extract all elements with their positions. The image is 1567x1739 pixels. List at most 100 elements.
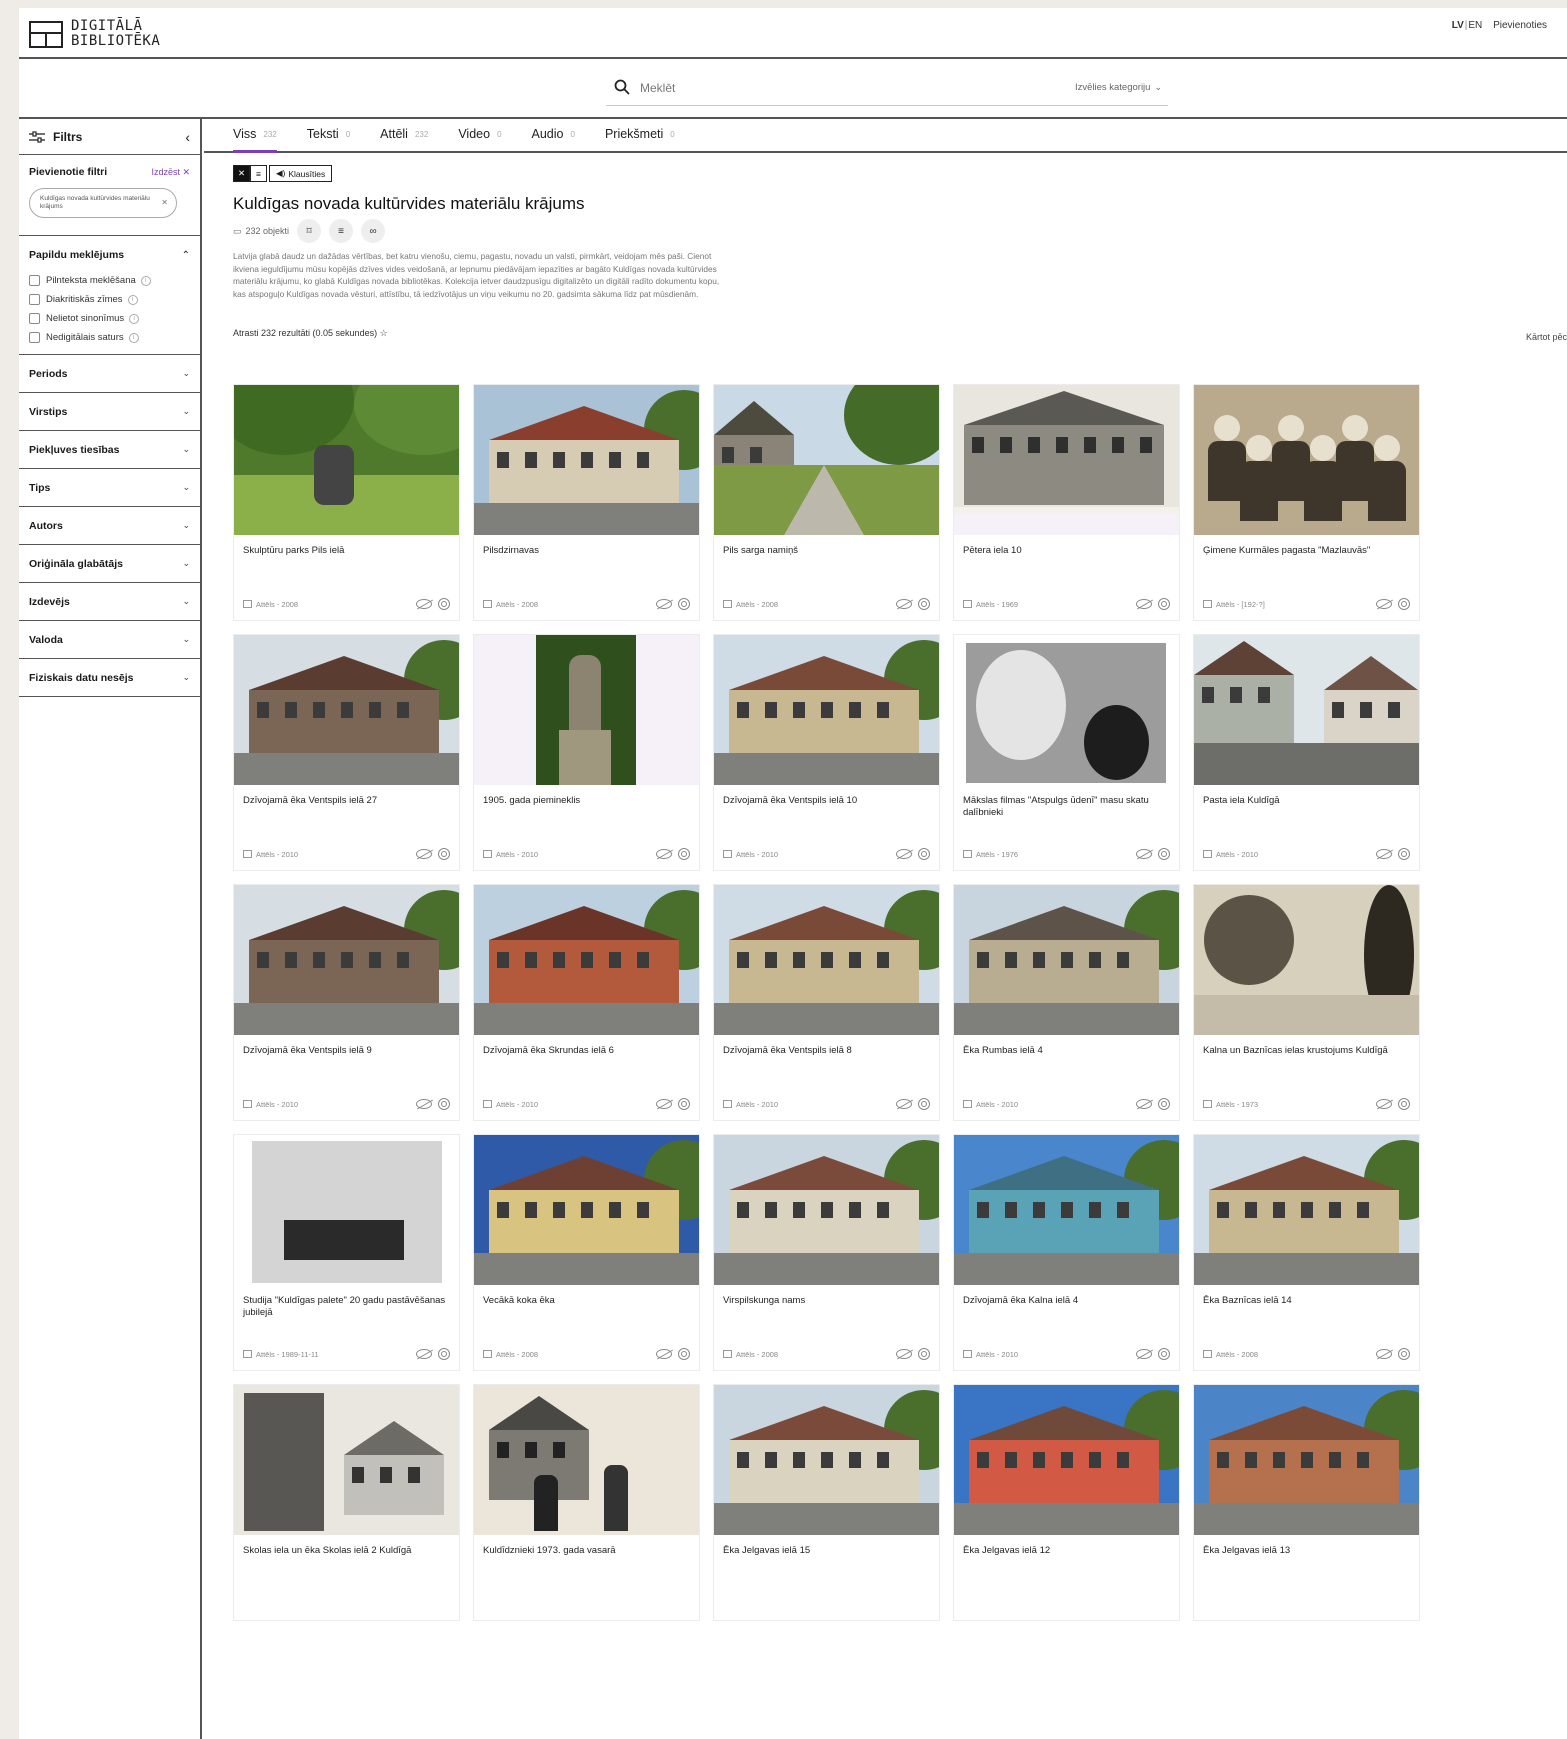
eye-off-icon[interactable] bbox=[656, 599, 672, 609]
eye-off-icon[interactable] bbox=[1376, 1099, 1392, 1109]
result-card[interactable]: Ēka Baznīcas ielā 14 Attēls - 2008 bbox=[1193, 1134, 1420, 1371]
card-thumbnail[interactable] bbox=[714, 1385, 939, 1535]
option-synonyms[interactable]: Nelietot sinonīmus i bbox=[29, 309, 190, 328]
checkbox[interactable] bbox=[29, 313, 40, 324]
card-title[interactable]: Kuldīdznieki 1973. gada vasarā bbox=[483, 1545, 688, 1557]
card-thumbnail[interactable] bbox=[714, 885, 939, 1035]
eye-off-icon[interactable] bbox=[1136, 849, 1152, 859]
star-icon[interactable]: ☆ bbox=[380, 328, 388, 338]
result-card[interactable]: Ģimene Kurmāles pagasta "Mazlauvās" Attēl… bbox=[1193, 384, 1420, 621]
card-thumbnail[interactable] bbox=[474, 1385, 699, 1535]
result-card[interactable]: Pils sarga namiņš Attēls - 2008 bbox=[713, 384, 940, 621]
card-title[interactable]: Pils sarga namiņš bbox=[723, 545, 928, 557]
login-link[interactable]: Pievienoties bbox=[1493, 20, 1547, 31]
access-icon[interactable] bbox=[918, 1098, 930, 1110]
chevron-up-icon[interactable]: ⌃ bbox=[182, 250, 190, 261]
playlist-icon[interactable]: ≡ bbox=[329, 219, 354, 243]
eye-off-icon[interactable] bbox=[896, 1349, 912, 1359]
access-icon[interactable] bbox=[1158, 1348, 1170, 1360]
result-card[interactable]: Pilsdzirnavas Attēls - 2008 bbox=[473, 384, 700, 621]
eye-off-icon[interactable] bbox=[1376, 849, 1392, 859]
card-thumbnail[interactable] bbox=[954, 885, 1179, 1035]
card-thumbnail[interactable] bbox=[1194, 1135, 1419, 1285]
access-icon[interactable] bbox=[918, 598, 930, 610]
eye-off-icon[interactable] bbox=[896, 849, 912, 859]
access-icon[interactable] bbox=[438, 1098, 450, 1110]
eye-off-icon[interactable] bbox=[1136, 1349, 1152, 1359]
access-icon[interactable] bbox=[1398, 1098, 1410, 1110]
tab-4[interactable]: Audio 0 bbox=[532, 117, 575, 151]
access-icon[interactable] bbox=[1158, 1098, 1170, 1110]
info-icon[interactable]: i bbox=[128, 332, 139, 343]
card-thumbnail[interactable] bbox=[714, 1135, 939, 1285]
checkbox[interactable] bbox=[29, 332, 40, 343]
card-thumbnail[interactable] bbox=[474, 385, 699, 535]
access-icon[interactable] bbox=[1398, 848, 1410, 860]
card-title[interactable]: Kalna un Baznīcas ielas krustojums Kuldī… bbox=[1203, 1045, 1408, 1057]
result-card[interactable]: 1905. gada piemineklis Attēls - 2010 bbox=[473, 634, 700, 871]
eye-off-icon[interactable] bbox=[896, 599, 912, 609]
access-icon[interactable] bbox=[918, 1348, 930, 1360]
card-title[interactable]: Dzīvojamā ēka Ventspils ielā 8 bbox=[723, 1045, 928, 1057]
card-title[interactable]: 1905. gada piemineklis bbox=[483, 795, 688, 807]
card-title[interactable]: Ēka Baznīcas ielā 14 bbox=[1203, 1295, 1408, 1307]
access-icon[interactable] bbox=[1398, 1348, 1410, 1360]
card-title[interactable]: Skolas iela un ēka Skolas ielā 2 Kuldīgā bbox=[243, 1545, 448, 1557]
card-title[interactable]: Dzīvojamā ēka Ventspils ielā 10 bbox=[723, 795, 928, 807]
tab-5[interactable]: Priekšmeti 0 bbox=[605, 117, 675, 151]
tab-2[interactable]: Attēli 232 bbox=[380, 117, 428, 151]
eye-off-icon[interactable] bbox=[656, 849, 672, 859]
category-select[interactable]: Izvēlies kategoriju ⌄ bbox=[1075, 82, 1162, 93]
access-icon[interactable] bbox=[918, 848, 930, 860]
card-thumbnail[interactable] bbox=[234, 885, 459, 1035]
access-icon[interactable] bbox=[678, 848, 690, 860]
card-thumbnail[interactable] bbox=[954, 1385, 1179, 1535]
list-view-icon[interactable]: ≡ bbox=[250, 165, 267, 182]
checkbox[interactable] bbox=[29, 294, 40, 305]
listen-button[interactable]: ◀) Klausīties bbox=[269, 165, 333, 182]
access-icon[interactable] bbox=[438, 1348, 450, 1360]
tab-3[interactable]: Video 0 bbox=[458, 117, 501, 151]
access-icon[interactable] bbox=[678, 1098, 690, 1110]
card-title[interactable]: Ēka Jelgavas ielā 15 bbox=[723, 1545, 928, 1557]
facet-3[interactable]: Tips ⌄ bbox=[19, 469, 200, 507]
facet-6[interactable]: Izdevējs ⌄ bbox=[19, 583, 200, 621]
facet-2[interactable]: Piekļuves tiesības ⌄ bbox=[19, 431, 200, 469]
result-card[interactable]: Mākslas filmas "Atspulgs ūdenī" masu ska… bbox=[953, 634, 1180, 871]
access-icon[interactable] bbox=[678, 1348, 690, 1360]
result-card[interactable]: Kuldīdznieki 1973. gada vasarā bbox=[473, 1384, 700, 1621]
link-icon[interactable]: ∞ bbox=[361, 219, 386, 243]
card-title[interactable]: Vecākā koka ēka bbox=[483, 1295, 688, 1307]
card-title[interactable]: Ēka Rumbas ielā 4 bbox=[963, 1045, 1168, 1057]
eye-off-icon[interactable] bbox=[656, 1099, 672, 1109]
card-thumbnail[interactable] bbox=[234, 635, 459, 785]
close-icon[interactable]: ✕ bbox=[233, 165, 250, 182]
access-icon[interactable] bbox=[438, 598, 450, 610]
access-icon[interactable] bbox=[438, 848, 450, 860]
result-card[interactable]: Skolas iela un ēka Skolas ielā 2 Kuldīgā bbox=[233, 1384, 460, 1621]
card-thumbnail[interactable] bbox=[714, 635, 939, 785]
site-logo[interactable]: DIGITĀLĀ BIBLIOTĒKA bbox=[29, 19, 160, 49]
result-card[interactable]: Dzīvojamā ēka Ventspils ielā 27 Attēls - … bbox=[233, 634, 460, 871]
card-title[interactable]: Mākslas filmas "Atspulgs ūdenī" masu ska… bbox=[963, 795, 1168, 819]
result-card[interactable]: Vecākā koka ēka Attēls - 2008 bbox=[473, 1134, 700, 1371]
card-thumbnail[interactable] bbox=[234, 1385, 459, 1535]
remove-chip-icon[interactable]: ✕ bbox=[161, 199, 168, 207]
card-title[interactable]: Studija "Kuldīgas palete" 20 gadu pastāv… bbox=[243, 1295, 448, 1319]
access-icon[interactable] bbox=[678, 598, 690, 610]
card-title[interactable]: Pasta iela Kuldīgā bbox=[1203, 795, 1408, 807]
card-thumbnail[interactable] bbox=[714, 385, 939, 535]
checkbox[interactable] bbox=[29, 275, 40, 286]
info-icon[interactable]: i bbox=[140, 275, 151, 286]
info-icon[interactable]: i bbox=[129, 313, 140, 324]
eye-off-icon[interactable] bbox=[1136, 599, 1152, 609]
lang-en[interactable]: EN bbox=[1468, 20, 1482, 31]
card-thumbnail[interactable] bbox=[954, 385, 1179, 535]
result-card[interactable]: Dzīvojamā ēka Kalna ielā 4 Attēls - 2010 bbox=[953, 1134, 1180, 1371]
card-thumbnail[interactable] bbox=[234, 385, 459, 535]
result-card[interactable]: Ēka Rumbas ielā 4 Attēls - 2010 bbox=[953, 884, 1180, 1121]
card-thumbnail[interactable] bbox=[954, 635, 1179, 785]
result-card[interactable]: Dzīvojamā ēka Skrundas ielā 6 Attēls - 20… bbox=[473, 884, 700, 1121]
search-input[interactable] bbox=[640, 78, 1020, 98]
result-card[interactable]: Skulptūru parks Pils ielā Attēls - 2008 bbox=[233, 384, 460, 621]
